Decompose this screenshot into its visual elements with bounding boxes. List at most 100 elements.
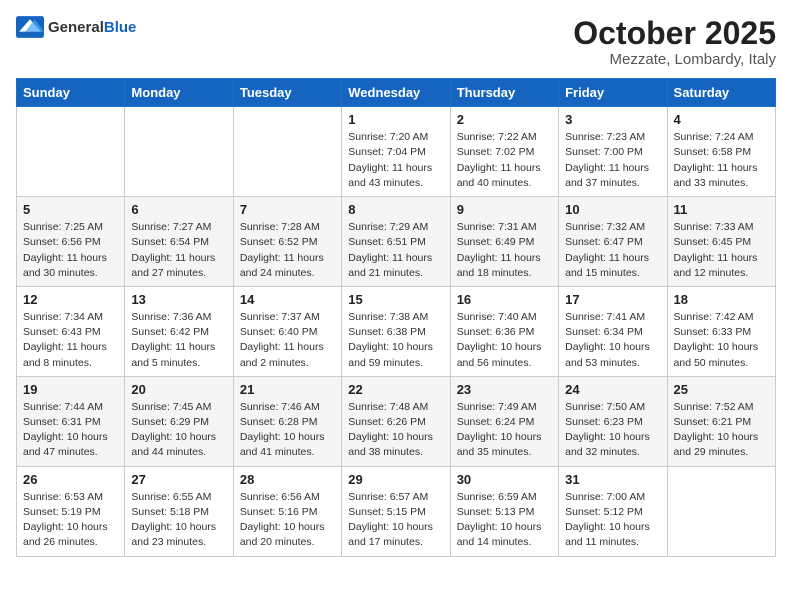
logo-icon	[16, 16, 44, 38]
calendar-week-row: 19 Sunrise: 7:44 AMSunset: 6:31 PMDayligh…	[17, 376, 776, 466]
calendar-day-cell: 16 Sunrise: 7:40 AMSunset: 6:36 PMDayligh…	[450, 286, 558, 376]
day-info: Sunrise: 6:53 AMSunset: 5:19 PMDaylight:…	[23, 490, 118, 551]
day-info: Sunrise: 7:25 AMSunset: 6:56 PMDaylight:…	[23, 220, 118, 281]
empty-cell	[125, 107, 233, 197]
day-info: Sunrise: 7:40 AMSunset: 6:36 PMDaylight:…	[457, 310, 552, 371]
day-number: 11	[674, 202, 769, 217]
day-number: 29	[348, 472, 443, 487]
day-number: 21	[240, 382, 335, 397]
empty-cell	[233, 107, 341, 197]
calendar-day-cell: 19 Sunrise: 7:44 AMSunset: 6:31 PMDayligh…	[17, 376, 125, 466]
day-number: 7	[240, 202, 335, 217]
calendar-day-cell: 14 Sunrise: 7:37 AMSunset: 6:40 PMDayligh…	[233, 286, 341, 376]
day-info: Sunrise: 7:27 AMSunset: 6:54 PMDaylight:…	[131, 220, 226, 281]
day-number: 1	[348, 112, 443, 127]
day-number: 20	[131, 382, 226, 397]
day-info: Sunrise: 7:33 AMSunset: 6:45 PMDaylight:…	[674, 220, 769, 281]
day-number: 19	[23, 382, 118, 397]
day-number: 12	[23, 292, 118, 307]
calendar-day-cell: 11 Sunrise: 7:33 AMSunset: 6:45 PMDayligh…	[667, 197, 775, 287]
month-title: October 2025	[573, 16, 776, 51]
calendar-day-cell: 25 Sunrise: 7:52 AMSunset: 6:21 PMDayligh…	[667, 376, 775, 466]
day-number: 28	[240, 472, 335, 487]
day-number: 23	[457, 382, 552, 397]
day-number: 3	[565, 112, 660, 127]
day-number: 17	[565, 292, 660, 307]
calendar-day-cell: 29 Sunrise: 6:57 AMSunset: 5:15 PMDayligh…	[342, 466, 450, 556]
day-info: Sunrise: 7:36 AMSunset: 6:42 PMDaylight:…	[131, 310, 226, 371]
day-info: Sunrise: 7:50 AMSunset: 6:23 PMDaylight:…	[565, 400, 660, 461]
day-number: 14	[240, 292, 335, 307]
day-info: Sunrise: 7:44 AMSunset: 6:31 PMDaylight:…	[23, 400, 118, 461]
day-info: Sunrise: 7:42 AMSunset: 6:33 PMDaylight:…	[674, 310, 769, 371]
calendar-day-cell: 6 Sunrise: 7:27 AMSunset: 6:54 PMDaylight…	[125, 197, 233, 287]
calendar-day-cell: 3 Sunrise: 7:23 AMSunset: 7:00 PMDaylight…	[559, 107, 667, 197]
logo-general: General	[48, 19, 104, 36]
calendar-day-cell: 30Sunrise: 6:59 AMSunset: 5:13 PMDayligh…	[450, 466, 558, 556]
day-info: Sunrise: 7:49 AMSunset: 6:24 PMDaylight:…	[457, 400, 552, 461]
calendar-week-row: 26 Sunrise: 6:53 AMSunset: 5:19 PMDayligh…	[17, 466, 776, 556]
day-number: 5	[23, 202, 118, 217]
day-number: 13	[131, 292, 226, 307]
logo-blue: Blue	[104, 19, 137, 36]
calendar-day-cell: 12 Sunrise: 7:34 AMSunset: 6:43 PMDayligh…	[17, 286, 125, 376]
calendar-day-cell: 18 Sunrise: 7:42 AMSunset: 6:33 PMDayligh…	[667, 286, 775, 376]
calendar-day-cell: 5 Sunrise: 7:25 AMSunset: 6:56 PMDaylight…	[17, 197, 125, 287]
weekday-header-thursday: Thursday	[450, 79, 558, 107]
day-number: 26	[23, 472, 118, 487]
calendar-day-cell: 13 Sunrise: 7:36 AMSunset: 6:42 PMDayligh…	[125, 286, 233, 376]
day-info: Sunrise: 7:34 AMSunset: 6:43 PMDaylight:…	[23, 310, 118, 371]
empty-cell	[17, 107, 125, 197]
calendar-day-cell: 15 Sunrise: 7:38 AMSunset: 6:38 PMDayligh…	[342, 286, 450, 376]
calendar-day-cell: 17Sunrise: 7:41 AMSunset: 6:34 PMDayligh…	[559, 286, 667, 376]
calendar-day-cell: 2 Sunrise: 7:22 AMSunset: 7:02 PMDaylight…	[450, 107, 558, 197]
day-number: 24	[565, 382, 660, 397]
calendar-table: SundayMondayTuesdayWednesdayThursdayFrid…	[16, 78, 776, 556]
day-number: 16	[457, 292, 552, 307]
day-number: 9	[457, 202, 552, 217]
day-info: Sunrise: 7:37 AMSunset: 6:40 PMDaylight:…	[240, 310, 335, 371]
day-number: 10	[565, 202, 660, 217]
day-info: Sunrise: 7:29 AMSunset: 6:51 PMDaylight:…	[348, 220, 443, 281]
day-info: Sunrise: 7:22 AMSunset: 7:02 PMDaylight:…	[457, 130, 552, 191]
day-info: Sunrise: 7:52 AMSunset: 6:21 PMDaylight:…	[674, 400, 769, 461]
weekday-header-wednesday: Wednesday	[342, 79, 450, 107]
day-number: 27	[131, 472, 226, 487]
calendar-day-cell: 8 Sunrise: 7:29 AMSunset: 6:51 PMDaylight…	[342, 197, 450, 287]
calendar-week-row: 5 Sunrise: 7:25 AMSunset: 6:56 PMDaylight…	[17, 197, 776, 287]
day-number: 8	[348, 202, 443, 217]
day-number: 18	[674, 292, 769, 307]
weekday-header-tuesday: Tuesday	[233, 79, 341, 107]
day-info: Sunrise: 7:32 AMSunset: 6:47 PMDaylight:…	[565, 220, 660, 281]
day-info: Sunrise: 6:55 AMSunset: 5:18 PMDaylight:…	[131, 490, 226, 551]
title-section: October 2025 Mezzate, Lombardy, Italy	[573, 16, 776, 68]
weekday-header-saturday: Saturday	[667, 79, 775, 107]
calendar-day-cell: 21 Sunrise: 7:46 AMSunset: 6:28 PMDayligh…	[233, 376, 341, 466]
weekday-header-sunday: Sunday	[17, 79, 125, 107]
day-info: Sunrise: 6:59 AMSunset: 5:13 PMDaylight:…	[457, 490, 552, 551]
calendar-week-row: 1Sunrise: 7:20 AMSunset: 7:04 PMDaylight…	[17, 107, 776, 197]
day-number: 31	[565, 472, 660, 487]
calendar-week-row: 12 Sunrise: 7:34 AMSunset: 6:43 PMDayligh…	[17, 286, 776, 376]
day-info: Sunrise: 7:48 AMSunset: 6:26 PMDaylight:…	[348, 400, 443, 461]
weekday-header-row: SundayMondayTuesdayWednesdayThursdayFrid…	[17, 79, 776, 107]
calendar-day-cell: 27 Sunrise: 6:55 AMSunset: 5:18 PMDayligh…	[125, 466, 233, 556]
logo: General Blue	[16, 16, 136, 38]
day-number: 22	[348, 382, 443, 397]
day-number: 15	[348, 292, 443, 307]
calendar-day-cell: 20Sunrise: 7:45 AMSunset: 6:29 PMDayligh…	[125, 376, 233, 466]
page-header: General Blue October 2025 Mezzate, Lomba…	[16, 16, 776, 68]
location-title: Mezzate, Lombardy, Italy	[573, 51, 776, 68]
calendar-day-cell: 9Sunrise: 7:31 AMSunset: 6:49 PMDaylight…	[450, 197, 558, 287]
day-number: 2	[457, 112, 552, 127]
day-info: Sunrise: 6:56 AMSunset: 5:16 PMDaylight:…	[240, 490, 335, 551]
day-info: Sunrise: 7:23 AMSunset: 7:00 PMDaylight:…	[565, 130, 660, 191]
calendar-day-cell: 4Sunrise: 7:24 AMSunset: 6:58 PMDaylight…	[667, 107, 775, 197]
empty-cell	[667, 466, 775, 556]
day-info: Sunrise: 7:38 AMSunset: 6:38 PMDaylight:…	[348, 310, 443, 371]
day-info: Sunrise: 7:46 AMSunset: 6:28 PMDaylight:…	[240, 400, 335, 461]
day-info: Sunrise: 6:57 AMSunset: 5:15 PMDaylight:…	[348, 490, 443, 551]
calendar-day-cell: 28 Sunrise: 6:56 AMSunset: 5:16 PMDayligh…	[233, 466, 341, 556]
day-number: 6	[131, 202, 226, 217]
day-number: 25	[674, 382, 769, 397]
